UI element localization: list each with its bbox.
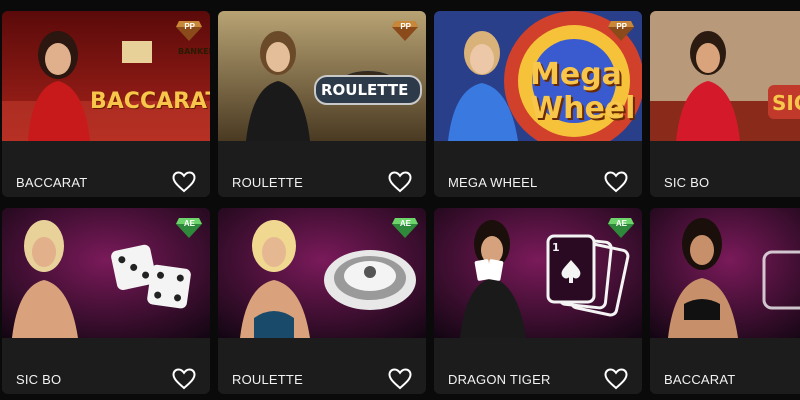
heart-outline-icon[interactable] — [172, 368, 196, 390]
game-title: ROULETTE — [232, 175, 303, 190]
card-footer: DRAGON TIGER — [434, 338, 642, 394]
game-card-baccarat[interactable]: BACCARAT — [650, 208, 800, 394]
heart-outline-icon[interactable] — [604, 171, 628, 193]
game-thumbnail: BACCARAT BANKER PP — [2, 11, 210, 141]
provider-label: AE — [615, 219, 627, 228]
game-title: DRAGON TIGER — [448, 372, 551, 387]
card-rank: 1 — [552, 241, 560, 254]
game-card-sic-bo[interactable]: AE SIC BO — [2, 208, 210, 394]
game-title: BACCARAT — [664, 372, 736, 387]
game-thumbnail: ROULETTE PP — [218, 11, 426, 141]
game-logo-line-1: Mega — [530, 57, 622, 92]
card-footer: BACCARAT — [650, 338, 800, 394]
game-thumbnail — [650, 208, 800, 338]
heart-outline-icon[interactable] — [388, 171, 412, 193]
game-title: SIC BO — [664, 175, 710, 190]
game-thumbnail: Mega Wheel PP — [434, 11, 642, 141]
game-title: BACCARAT — [16, 175, 88, 190]
card-footer: ROULETTE — [218, 141, 426, 197]
game-card-roulette[interactable]: ROULETTE PP ROULETTE — [218, 11, 426, 197]
game-thumbnail: AE — [2, 208, 210, 338]
game-card-mega-wheel[interactable]: Mega Wheel PP MEGA WHEEL — [434, 11, 642, 197]
game-logo-line-2: Wheel — [530, 91, 636, 126]
game-thumbnail: AE — [218, 208, 426, 338]
game-card-sic-bo[interactable]: SIC SIC BO — [650, 11, 800, 197]
game-logo: BACCARAT — [90, 89, 210, 114]
game-logo: ROULETTE — [321, 81, 409, 99]
game-logo: SIC — [772, 91, 800, 115]
game-grid: BACCARAT BANKER PP BACCARAT — [0, 0, 800, 400]
game-title: ROULETTE — [232, 372, 303, 387]
game-card-roulette[interactable]: AE ROULETTE — [218, 208, 426, 394]
heart-outline-icon[interactable] — [604, 368, 628, 390]
game-thumbnail: 1 AE — [434, 208, 642, 338]
provider-label: PP — [616, 22, 627, 31]
provider-label: AE — [183, 219, 195, 228]
provider-label: AE — [399, 219, 411, 228]
game-thumbnail: SIC — [650, 11, 800, 141]
heart-outline-icon[interactable] — [388, 368, 412, 390]
game-card-baccarat[interactable]: BACCARAT BANKER PP BACCARAT — [2, 11, 210, 197]
heart-outline-icon[interactable] — [172, 171, 196, 193]
provider-label: PP — [400, 22, 411, 31]
game-title: MEGA WHEEL — [448, 175, 538, 190]
game-card-dragon-tiger[interactable]: 1 AE DRAGON TIGER — [434, 208, 642, 394]
game-title: SIC BO — [16, 372, 62, 387]
card-footer: BACCARAT — [2, 141, 210, 197]
provider-label: PP — [184, 22, 195, 31]
card-footer: SIC BO — [2, 338, 210, 394]
card-footer: MEGA WHEEL — [434, 141, 642, 197]
card-footer: SIC BO — [650, 141, 800, 197]
card-footer: ROULETTE — [218, 338, 426, 394]
game-logo-subtitle: BANKER — [178, 47, 210, 56]
